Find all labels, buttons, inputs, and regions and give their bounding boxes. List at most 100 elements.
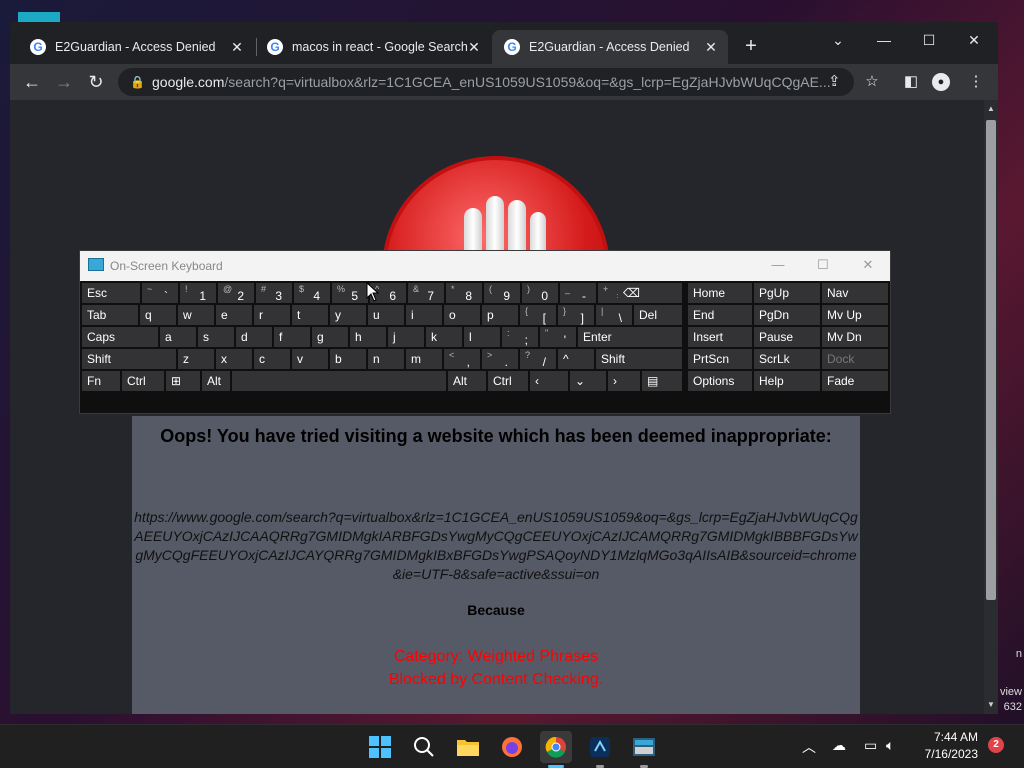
profile-avatar-icon[interactable]: ●	[932, 73, 950, 91]
osk-key[interactable]: * 8	[446, 283, 482, 303]
osk-key[interactable]: r	[254, 305, 290, 325]
osk-key[interactable]: {[	[520, 305, 556, 325]
osk-nav-key[interactable]: Insert	[688, 327, 752, 347]
network-icon[interactable]: ▭	[864, 737, 877, 754]
firefox-icon[interactable]	[496, 731, 528, 763]
osk-key[interactable]: k	[426, 327, 462, 347]
osk-key[interactable]: s	[198, 327, 234, 347]
osk-title-bar[interactable]: On-Screen Keyboard — ☐ ✕	[80, 251, 890, 281]
address-bar[interactable]: 🔒 google.com/search?q=virtualbox&rlz=1C1…	[118, 68, 854, 96]
osk-key[interactable]: e	[216, 305, 252, 325]
osk-key[interactable]: o	[444, 305, 480, 325]
chrome-icon[interactable]	[540, 731, 572, 763]
osk-key[interactable]: p	[482, 305, 518, 325]
browser-tab[interactable]: G E2Guardian - Access Denied ✕	[18, 30, 254, 64]
osk-key[interactable]: ⊞	[166, 371, 200, 391]
scroll-thumb[interactable]	[986, 120, 996, 600]
system-clock[interactable]: 7:44 AM 7/16/2023	[912, 729, 978, 763]
tab-search-button[interactable]: ⌄	[816, 26, 860, 54]
osk-key[interactable]: ⌄	[570, 371, 606, 391]
osk-key[interactable]: v	[292, 349, 328, 369]
osk-nav-key[interactable]: Home	[688, 283, 752, 303]
osk-key[interactable]: c	[254, 349, 290, 369]
osk-key[interactable]: j	[388, 327, 424, 347]
menu-dots-icon[interactable]: ⋮	[963, 69, 989, 95]
osk-nav-key[interactable]: Pause	[754, 327, 820, 347]
osk-key[interactable]: f	[274, 327, 310, 347]
start-button[interactable]	[364, 731, 396, 763]
osk-key[interactable]: $4	[294, 283, 330, 303]
osk-key[interactable]: ~ `	[142, 283, 178, 303]
osk-key[interactable]: Alt	[202, 371, 230, 391]
osk-key[interactable]: ^	[558, 349, 594, 369]
osk-nav-key[interactable]: Fade	[822, 371, 888, 391]
osk-key[interactable]: m	[406, 349, 442, 369]
osk-nav-key[interactable]: End	[688, 305, 752, 325]
osk-key[interactable]: & 7	[408, 283, 444, 303]
osk-key[interactable]: Shift	[82, 349, 176, 369]
scroll-down-arrow[interactable]: ▼	[986, 700, 996, 709]
osk-key[interactable]: g	[312, 327, 348, 347]
osk-key[interactable]	[232, 371, 446, 391]
maximize-button[interactable]: ☐	[907, 26, 951, 54]
osk-key[interactable]: #3	[256, 283, 292, 303]
bookmark-star-icon[interactable]: ☆	[859, 69, 885, 95]
osk-nav-key[interactable]: Nav	[822, 283, 888, 303]
osk-nav-key[interactable]: Options	[688, 371, 752, 391]
osk-key[interactable]: >.	[482, 349, 518, 369]
side-panel-icon[interactable]: ◧	[898, 69, 924, 95]
scroll-up-arrow[interactable]: ▲	[986, 104, 996, 113]
cloud-offline-icon[interactable]: ☁	[832, 737, 846, 754]
osk-nav-key[interactable]: Help	[754, 371, 820, 391]
app-icon[interactable]	[584, 731, 616, 763]
osk-key[interactable]: :;	[502, 327, 538, 347]
osk-nav-key[interactable]: PgUp	[754, 283, 820, 303]
share-icon[interactable]: ⇪	[828, 68, 841, 96]
osk-key[interactable]: u	[368, 305, 404, 325]
browser-tab[interactable]: G macos in react - Google Search ✕	[255, 30, 491, 64]
osk-key[interactable]: _ -	[560, 283, 596, 303]
osk-key[interactable]: n	[368, 349, 404, 369]
osk-key[interactable]: l	[464, 327, 500, 347]
osk-key[interactable]: Del	[634, 305, 682, 325]
osk-key[interactable]: ! 1	[180, 283, 216, 303]
file-explorer-icon[interactable]	[452, 731, 484, 763]
osk-key[interactable]: " '	[540, 327, 576, 347]
close-icon[interactable]: ✕	[228, 38, 246, 56]
osk-key[interactable]: y	[330, 305, 366, 325]
browser-tab-active[interactable]: G E2Guardian - Access Denied ✕	[492, 30, 728, 64]
osk-key[interactable]: Fn	[82, 371, 120, 391]
osk-key[interactable]: Enter	[578, 327, 682, 347]
osk-nav-key[interactable]: ScrLk	[754, 349, 820, 369]
osk-key[interactable]: ⌫	[618, 283, 682, 303]
osk-key[interactable]: ) 0	[522, 283, 558, 303]
osk-minimize-button[interactable]: —	[766, 257, 790, 272]
new-tab-button[interactable]: +	[740, 36, 762, 58]
osk-key[interactable]: (9	[484, 283, 520, 303]
minimize-button[interactable]: —	[862, 26, 906, 54]
osk-key[interactable]: ‹	[530, 371, 568, 391]
osk-key[interactable]: x	[216, 349, 252, 369]
osk-close-button[interactable]: ✕	[856, 257, 880, 273]
osk-key[interactable]: Alt	[448, 371, 486, 391]
chevron-up-icon[interactable]: ︿	[802, 737, 816, 757]
osk-key[interactable]: Tab	[82, 305, 138, 325]
osk-key[interactable]: ›	[608, 371, 640, 391]
volume-icon[interactable]: 🔈︎	[886, 737, 894, 754]
osk-key[interactable]: w	[178, 305, 214, 325]
osk-maximize-button[interactable]: ☐	[811, 257, 835, 273]
osk-key[interactable]: Ctrl	[122, 371, 164, 391]
osk-key[interactable]: @2	[218, 283, 254, 303]
osk-key[interactable]: z	[178, 349, 214, 369]
osk-key[interactable]: h	[350, 327, 386, 347]
close-icon[interactable]: ✕	[702, 38, 720, 56]
osk-nav-key[interactable]: Dock	[822, 349, 888, 369]
osk-key[interactable]: Shift	[596, 349, 682, 369]
osk-key[interactable]: Ctrl	[488, 371, 528, 391]
osk-key[interactable]: Esc	[82, 283, 140, 303]
osk-key[interactable]: | \	[596, 305, 632, 325]
osk-key[interactable]: q	[140, 305, 176, 325]
forward-button[interactable]: →	[51, 69, 77, 95]
close-window-button[interactable]: ✕	[952, 26, 996, 54]
osk-nav-key[interactable]: Mv Dn	[822, 327, 888, 347]
